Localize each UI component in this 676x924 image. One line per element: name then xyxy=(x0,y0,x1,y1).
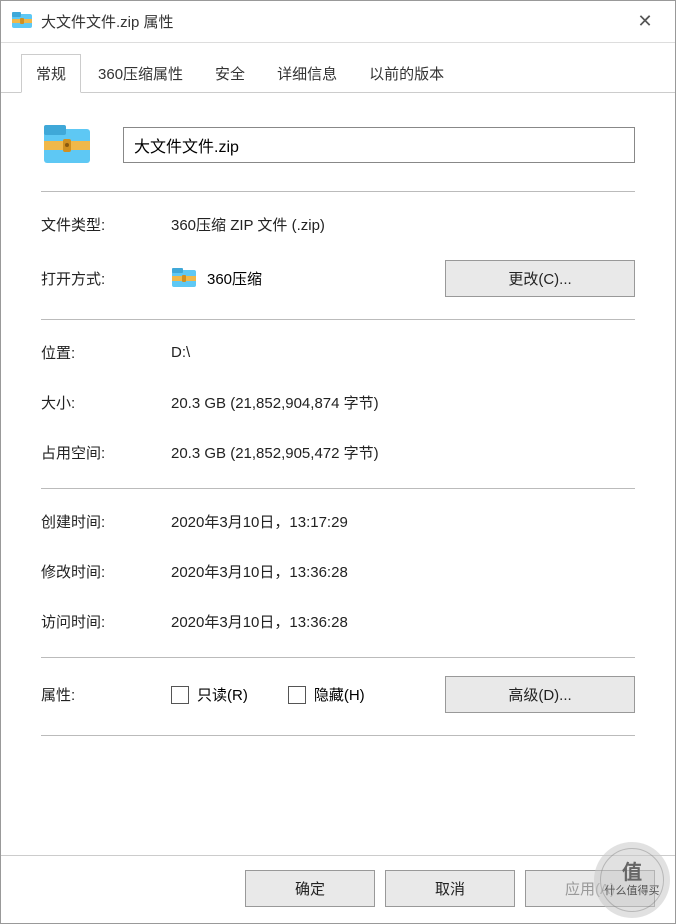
divider xyxy=(41,657,635,658)
location-value: D:\ xyxy=(171,344,635,361)
size-value: 20.3 GB (21,852,904,874 字节) xyxy=(171,392,635,413)
checkbox-icon xyxy=(171,686,189,704)
size-label: 大小: xyxy=(41,392,171,413)
window-title: 大文件文件.zip 属性 xyxy=(41,11,625,32)
hidden-label: 隐藏(H) xyxy=(314,684,365,705)
readonly-checkbox[interactable]: 只读(R) xyxy=(171,684,248,705)
properties-dialog: 大文件文件.zip 属性 ✕ 常规 360压缩属性 安全 详细信息 以前的版本 xyxy=(0,0,676,924)
apply-button[interactable]: 应用(A) xyxy=(525,870,655,907)
divider xyxy=(41,735,635,736)
dialog-footer: 确定 取消 应用(A) xyxy=(1,855,675,923)
attributes-label: 属性: xyxy=(41,684,171,705)
openwith-label: 打开方式: xyxy=(41,268,171,289)
tab-security[interactable]: 安全 xyxy=(200,54,260,93)
tab-bar: 常规 360压缩属性 安全 详细信息 以前的版本 xyxy=(1,43,675,93)
sizeondisk-value: 20.3 GB (21,852,905,472 字节) xyxy=(171,442,635,463)
tab-compress[interactable]: 360压缩属性 xyxy=(83,54,198,93)
divider xyxy=(41,319,635,320)
created-label: 创建时间: xyxy=(41,511,171,532)
filetype-label: 文件类型: xyxy=(41,214,171,235)
created-value: 2020年3月10日，13:17:29 xyxy=(171,511,635,532)
divider xyxy=(41,191,635,192)
location-label: 位置: xyxy=(41,342,171,363)
change-button[interactable]: 更改(C)... xyxy=(445,260,635,297)
tab-details[interactable]: 详细信息 xyxy=(262,54,352,93)
accessed-value: 2020年3月10日，13:36:28 xyxy=(171,611,635,632)
zip-file-icon-large xyxy=(41,117,93,173)
checkbox-icon xyxy=(288,686,306,704)
readonly-label: 只读(R) xyxy=(197,684,248,705)
close-button[interactable]: ✕ xyxy=(625,11,665,32)
divider xyxy=(41,488,635,489)
openwith-app: 360压缩 xyxy=(207,268,262,289)
cancel-button[interactable]: 取消 xyxy=(385,870,515,907)
sizeondisk-label: 占用空间: xyxy=(41,442,171,463)
tab-content: 文件类型: 360压缩 ZIP 文件 (.zip) 打开方式: 360压缩 更改… xyxy=(1,93,675,855)
modified-label: 修改时间: xyxy=(41,561,171,582)
zip-file-icon xyxy=(11,9,33,35)
ok-button[interactable]: 确定 xyxy=(245,870,375,907)
advanced-button[interactable]: 高级(D)... xyxy=(445,676,635,713)
tab-general[interactable]: 常规 xyxy=(21,54,81,93)
accessed-label: 访问时间: xyxy=(41,611,171,632)
modified-value: 2020年3月10日，13:36:28 xyxy=(171,561,635,582)
hidden-checkbox[interactable]: 隐藏(H) xyxy=(288,684,365,705)
filetype-value: 360压缩 ZIP 文件 (.zip) xyxy=(171,214,635,235)
tab-previous[interactable]: 以前的版本 xyxy=(354,54,459,93)
app-icon xyxy=(171,264,197,294)
titlebar: 大文件文件.zip 属性 ✕ xyxy=(1,1,675,43)
filename-input[interactable] xyxy=(123,127,635,163)
